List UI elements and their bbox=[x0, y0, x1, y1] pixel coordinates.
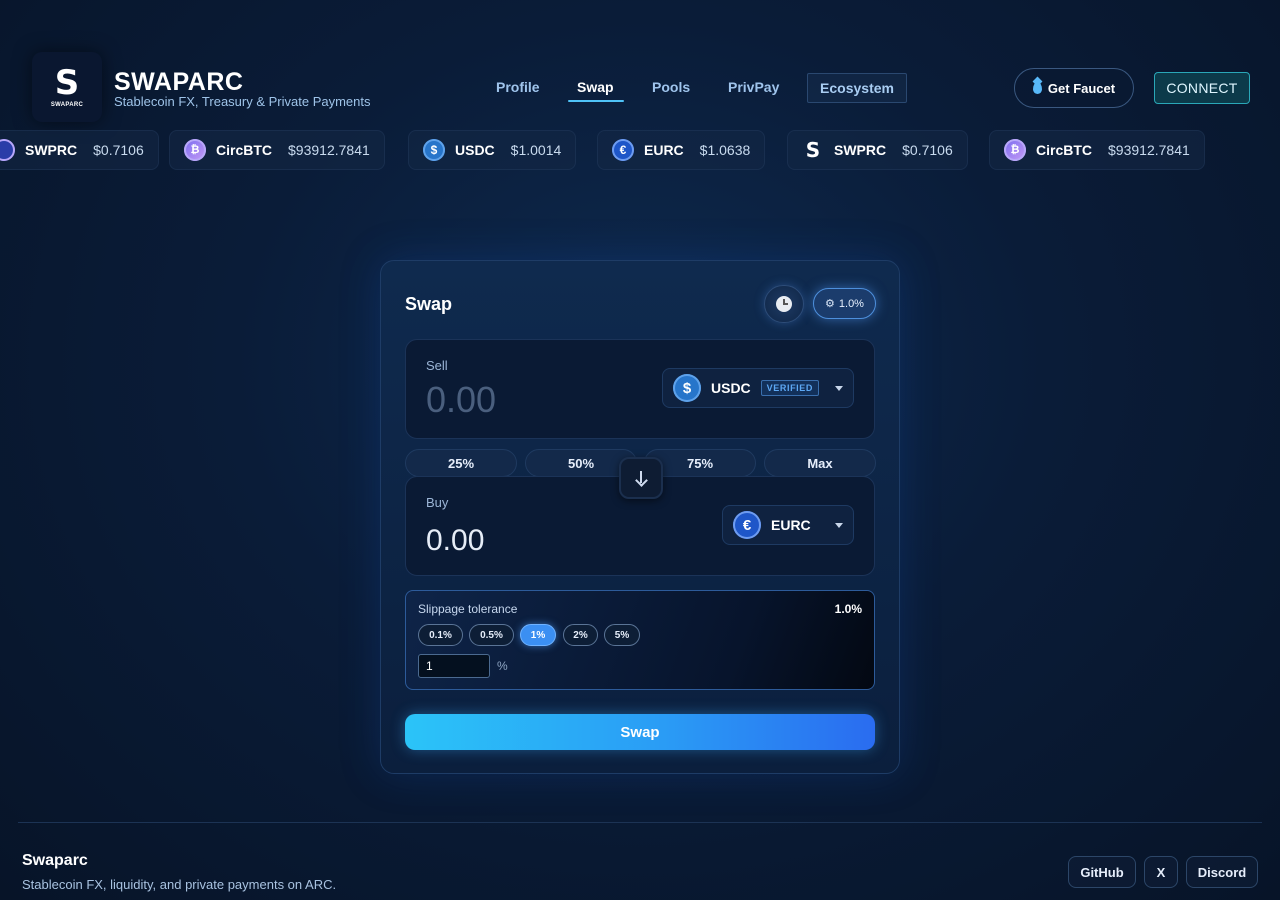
usdc-icon: $ bbox=[423, 139, 445, 161]
swprc-icon bbox=[0, 139, 15, 161]
footer-subtitle: Stablecoin FX, liquidity, and private pa… bbox=[22, 877, 337, 892]
ticker-item: ₿ CircBTC $93912.7841 bbox=[989, 130, 1205, 170]
ticker-price: $1.0638 bbox=[699, 142, 751, 158]
ticker-price: $0.7106 bbox=[93, 142, 144, 158]
swap-card-title: Swap bbox=[405, 294, 453, 314]
ticker-price: $93912.7841 bbox=[1108, 142, 1190, 158]
swap-submit-button[interactable]: Swap bbox=[405, 714, 875, 750]
sell-amount-input[interactable] bbox=[426, 380, 646, 420]
get-faucet-label: Get Faucet bbox=[1047, 80, 1116, 96]
eurc-icon: € bbox=[612, 139, 634, 161]
discord-link[interactable]: Discord bbox=[1186, 856, 1258, 888]
ticker-item: € EURC $1.0638 bbox=[597, 130, 766, 170]
eurc-icon: € bbox=[733, 511, 761, 539]
verified-badge: VERIFIED bbox=[760, 380, 819, 396]
ticker-item: ₿ CircBTC $93912.7841 bbox=[169, 130, 385, 170]
ticker-price: $0.7106 bbox=[902, 142, 953, 158]
ticker-item: $ USDC $1.0014 bbox=[408, 130, 577, 170]
footer-divider bbox=[18, 822, 1262, 823]
slippage-label: Slippage tolerance bbox=[418, 602, 518, 616]
logo-wordmark: SWAPARC bbox=[50, 102, 84, 108]
slippage-option-0-1[interactable]: 0.1% bbox=[418, 624, 463, 646]
ticker-item: SWPRC $0.7106 bbox=[0, 130, 159, 170]
slippage-unit: % bbox=[497, 659, 508, 673]
sell-panel: Sell $ USDC VERIFIED bbox=[405, 339, 875, 439]
max-button[interactable]: Max bbox=[764, 449, 876, 477]
connect-wallet-button[interactable]: CONNECT bbox=[1154, 72, 1250, 104]
buy-token-name: EURC bbox=[771, 517, 811, 533]
ticker-symbol: CircBTC bbox=[216, 142, 273, 158]
sell-label: Sell bbox=[426, 358, 448, 373]
gear-icon: ⚙ bbox=[825, 298, 835, 310]
header: S SWAPARC SWAPARC Stablecoin FX, Treasur… bbox=[0, 0, 1280, 130]
ticker-symbol: SWPRC bbox=[834, 142, 887, 158]
buy-token-select[interactable]: € EURC bbox=[722, 505, 854, 545]
arrow-down-icon bbox=[634, 470, 648, 486]
ticker-symbol: EURC bbox=[644, 142, 684, 158]
slippage-option-5[interactable]: 5% bbox=[604, 624, 640, 646]
chevron-down-icon bbox=[835, 522, 843, 528]
get-faucet-button[interactable]: Get Faucet bbox=[1014, 68, 1134, 108]
slippage-badge-value: 1.0% bbox=[838, 297, 864, 310]
nav-privpay[interactable]: PrivPay bbox=[728, 79, 779, 95]
slippage-settings-button[interactable]: ⚙ 1.0% bbox=[813, 288, 876, 319]
logo-letter: S bbox=[54, 63, 80, 103]
swprc-icon: S bbox=[805, 138, 821, 162]
circbtc-icon: ₿ bbox=[184, 139, 206, 161]
circbtc-icon: ₿ bbox=[1004, 139, 1026, 161]
clock-icon bbox=[776, 296, 792, 312]
ticker-item: S SWPRC $0.7106 bbox=[787, 130, 968, 170]
x-link[interactable]: X bbox=[1144, 856, 1178, 888]
buy-label: Buy bbox=[426, 495, 449, 510]
ticker-symbol: CircBTC bbox=[1036, 142, 1093, 158]
price-ticker: SWPRC $0.7106 ₿ CircBTC $93912.7841 $ US… bbox=[0, 130, 1280, 170]
sell-token-select[interactable]: $ USDC VERIFIED bbox=[662, 368, 854, 408]
nav-pools[interactable]: Pools bbox=[652, 79, 690, 95]
nav-profile[interactable]: Profile bbox=[496, 79, 540, 95]
brand-subtitle: Stablecoin FX, Treasury & Private Paymen… bbox=[114, 94, 371, 109]
github-link[interactable]: GitHub bbox=[1068, 856, 1136, 888]
swap-card: Swap ⚙ 1.0% Sell $ USDC VERIFIED 25% 50%… bbox=[380, 260, 900, 774]
ticker-symbol: USDC bbox=[455, 142, 495, 158]
slippage-current-value: 1.0% bbox=[834, 602, 862, 616]
flip-tokens-button[interactable] bbox=[619, 457, 663, 499]
nav-swap[interactable]: Swap bbox=[577, 79, 614, 95]
footer-title: Swaparc bbox=[22, 852, 88, 869]
history-button[interactable] bbox=[764, 285, 804, 323]
slippage-panel: Slippage tolerance 1.0% 0.1% 0.5% 1% 2% … bbox=[405, 590, 875, 690]
nav-ecosystem[interactable]: Ecosystem bbox=[807, 73, 907, 103]
percent-25-button[interactable]: 25% bbox=[405, 449, 517, 477]
slippage-option-1[interactable]: 1% bbox=[520, 624, 556, 646]
ticker-price: $1.0014 bbox=[510, 142, 562, 158]
buy-amount-output bbox=[426, 521, 646, 561]
water-drop-icon bbox=[1032, 82, 1042, 94]
logo[interactable]: S SWAPARC bbox=[32, 52, 102, 122]
usdc-icon: $ bbox=[673, 374, 701, 402]
chevron-down-icon bbox=[835, 385, 843, 391]
nav-active-underline bbox=[568, 100, 624, 102]
ticker-price: $93912.7841 bbox=[288, 142, 370, 158]
slippage-option-0-5[interactable]: 0.5% bbox=[469, 624, 514, 646]
slippage-option-2[interactable]: 2% bbox=[563, 624, 598, 646]
sell-token-name: USDC bbox=[711, 380, 751, 396]
ticker-symbol: SWPRC bbox=[25, 142, 78, 158]
custom-slippage-input[interactable] bbox=[418, 654, 490, 678]
brand-title: SWAPARC bbox=[114, 68, 244, 96]
